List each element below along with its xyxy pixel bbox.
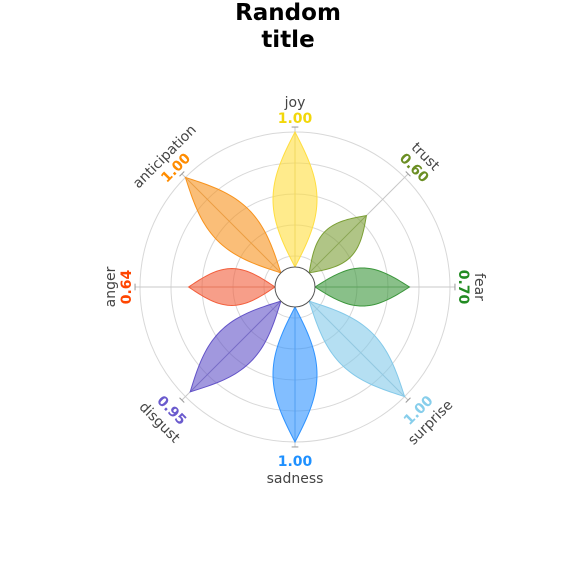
- category-label: sadness: [267, 471, 324, 487]
- category-label: anger: [103, 266, 119, 307]
- value-label: 0.70: [455, 270, 471, 305]
- petal-layer: [184, 130, 411, 444]
- center-circle: [274, 266, 316, 308]
- value-label: 1.00: [278, 454, 313, 470]
- petal-axis: [189, 300, 282, 393]
- value-label: 1.00: [278, 111, 313, 127]
- category-label: joy: [284, 95, 306, 111]
- petal-axis: [185, 177, 282, 274]
- petal-axis: [308, 300, 405, 397]
- plutchik-wheel-chart: joy1.00trust0.60fear0.70surprise1.00sadn…: [103, 95, 487, 487]
- value-label: 0.64: [119, 269, 135, 304]
- category-label: fear: [471, 273, 487, 301]
- chart-root: Random title joy 1.00 trust 0.60 fear 0.70 surp…: [0, 0, 576, 576]
